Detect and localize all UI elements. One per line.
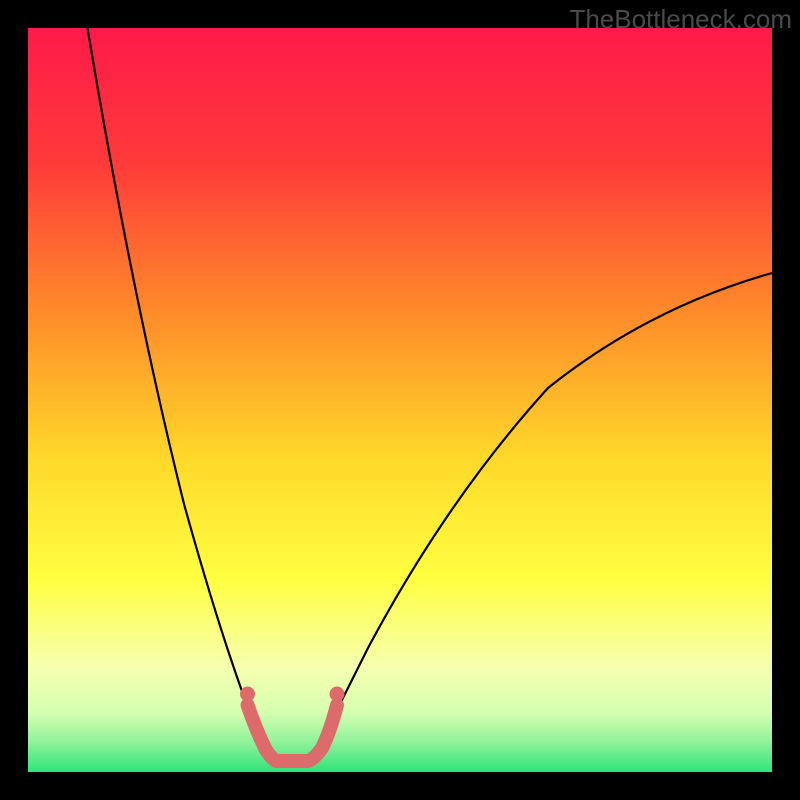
highlight-endpoint-left	[240, 687, 255, 702]
bottleneck-curve-plot	[28, 28, 772, 772]
watermark-text: TheBottleneck.com	[569, 4, 792, 35]
highlight-endpoint-right	[330, 687, 345, 702]
chart-frame: TheBottleneck.com	[0, 0, 800, 800]
heatmap-background	[28, 28, 772, 772]
